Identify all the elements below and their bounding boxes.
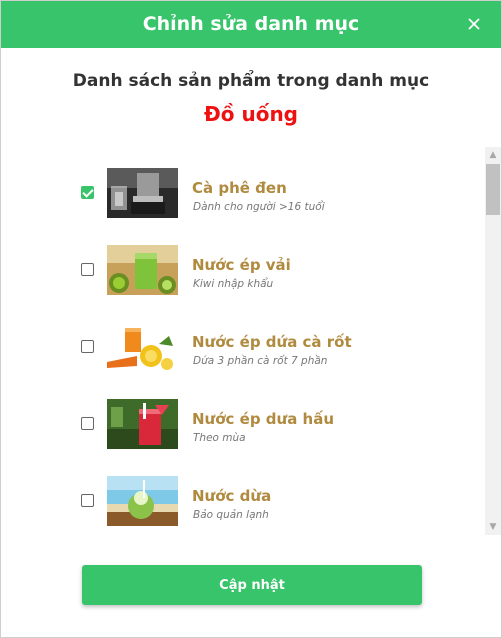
product-checkbox[interactable] (81, 494, 94, 507)
pineapple-carrot-juice-image (107, 322, 178, 372)
product-description: Theo mùa (193, 432, 246, 444)
watermelon-juice-image (107, 399, 178, 449)
product-description: Dứa 3 phần cà rốt 7 phần (193, 355, 328, 367)
product-name: Nước ép dưa hấu (192, 410, 335, 428)
product-description: Dành cho người >16 tuổi (193, 201, 325, 213)
list-item: Cà phê đen Dành cho người >16 tuổi (1, 147, 484, 224)
product-checkbox[interactable] (81, 263, 94, 276)
scroll-thumb[interactable] (486, 164, 500, 215)
list-item: Nước dừa Bảo quản lạnh (1, 455, 484, 532)
dialog-header: Chỉnh sửa danh mục (1, 1, 501, 48)
update-button[interactable]: Cập nhật (82, 565, 422, 605)
list-item: Nước ép dứa cà rốt Dứa 3 phần cà rốt 7 p… (1, 301, 484, 378)
product-description: Kiwi nhập khẩu (193, 278, 274, 290)
product-name: Cà phê đen (192, 179, 287, 197)
close-button[interactable] (461, 11, 487, 37)
product-name: Nước dừa (192, 487, 272, 505)
product-name: Nước ép dứa cà rốt (192, 333, 352, 351)
product-checkbox[interactable] (81, 186, 94, 199)
product-description: Bảo quản lạnh (193, 509, 269, 521)
scroll-up-icon[interactable]: ▲ (485, 147, 501, 163)
list-scrollbar[interactable]: ▲ ▼ (485, 147, 501, 535)
product-name: Nước ép vải (192, 256, 291, 274)
scroll-down-icon[interactable]: ▼ (485, 519, 501, 535)
list-item: Nước ép dưa hấu Theo mùa (1, 378, 484, 455)
list-subtitle: Danh sách sản phẩm trong danh mục (72, 71, 430, 91)
product-checkbox[interactable] (81, 417, 94, 430)
close-icon (468, 18, 480, 30)
black-coffee-image (107, 168, 178, 218)
category-name: Đồ uống (204, 102, 298, 126)
product-checkbox[interactable] (81, 340, 94, 353)
dialog-title: Chỉnh sửa danh mục (142, 13, 360, 35)
kiwi-juice-image (107, 245, 178, 295)
edit-category-dialog: Chỉnh sửa danh mục Danh sách sản phẩm tr… (0, 0, 502, 638)
coconut-water-image (107, 476, 178, 526)
list-item: Nước ép vải Kiwi nhập khẩu (1, 224, 484, 301)
product-list: Cà phê đen Dành cho người >16 tuổi Nước … (1, 147, 484, 535)
